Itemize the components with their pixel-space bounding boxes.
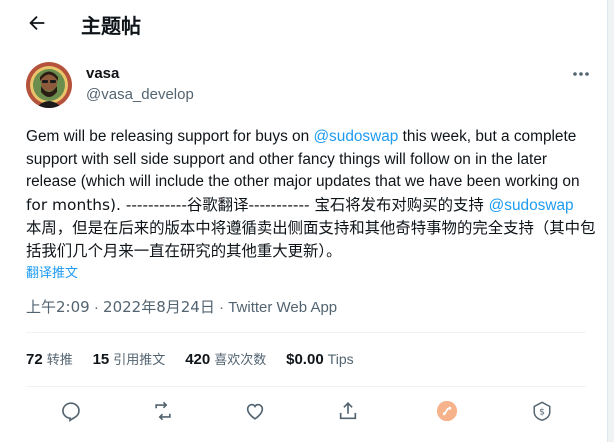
translate-tweet-link[interactable]: 翻译推文 bbox=[26, 262, 78, 281]
tweet-stats: 72 转推 15 引用推文 420 喜欢次数 $0.00 Tips bbox=[26, 349, 370, 368]
tweet-text-line: for months). -----------谷歌翻译----------- … bbox=[26, 195, 489, 214]
page-title: 主题帖 bbox=[81, 14, 141, 38]
stat-count: 72 bbox=[26, 351, 43, 368]
meta-separator: · bbox=[89, 299, 104, 316]
tweet-text-line: 括我们几个月来一直在研究的其他重大更新）。 bbox=[26, 241, 342, 260]
tweet-text-line: Gem will be releasing support for buys o… bbox=[26, 128, 314, 145]
scroll-edge bbox=[607, 0, 614, 442]
retweet-icon[interactable] bbox=[152, 400, 176, 424]
mention-link[interactable]: @sudoswap bbox=[489, 197, 574, 214]
tweet-text-line: support with sell side support and other… bbox=[26, 150, 547, 168]
tweet-time[interactable]: 上午2:09 bbox=[26, 298, 90, 316]
stat-label: 转推 bbox=[46, 353, 73, 368]
arrow-left-icon[interactable] bbox=[26, 12, 48, 34]
header: 主题帖 bbox=[0, 0, 608, 50]
tweet-text-line: this week, but a complete bbox=[398, 128, 577, 145]
stat-label: 引用推文 bbox=[113, 353, 166, 368]
tweet-actions: $ bbox=[0, 396, 608, 430]
tips-stat[interactable]: $0.00 Tips bbox=[286, 351, 353, 368]
avatar[interactable] bbox=[26, 62, 72, 108]
mention-link[interactable]: @sudoswap bbox=[313, 128, 398, 145]
quote-tweets-stat[interactable]: 15 引用推文 bbox=[93, 349, 166, 368]
stat-label: 喜欢次数 bbox=[214, 353, 267, 368]
tweet-text-line: 本周，但是在后来的版本中将遵循卖出侧面支持和其他奇特事物的完全支持（其中包 bbox=[26, 219, 596, 237]
meta-separator: · bbox=[214, 299, 229, 316]
gem-icon[interactable] bbox=[436, 400, 460, 424]
more-options-icon[interactable] bbox=[571, 66, 591, 82]
stat-label: Tips bbox=[327, 351, 354, 367]
like-icon[interactable] bbox=[244, 400, 268, 424]
tweet-meta: 上午2:09 · 2022年8月24日 · Twitter Web App bbox=[26, 296, 337, 317]
divider bbox=[26, 332, 586, 333]
tweet-date[interactable]: 2022年8月24日 bbox=[103, 298, 215, 316]
tweet-source[interactable]: Twitter Web App bbox=[228, 299, 337, 316]
retweets-stat[interactable]: 72 转推 bbox=[26, 349, 73, 368]
tweet-text-line: release (which will include the other ma… bbox=[26, 173, 580, 190]
reply-icon[interactable] bbox=[60, 400, 84, 424]
likes-stat[interactable]: 420 喜欢次数 bbox=[185, 349, 266, 368]
tweet-text: Gem will be releasing support for buys o… bbox=[26, 126, 596, 262]
author-handle[interactable]: @vasa_develop bbox=[86, 86, 194, 103]
stat-count: $0.00 bbox=[286, 351, 324, 368]
divider bbox=[26, 386, 586, 387]
stat-count: 15 bbox=[92, 351, 110, 368]
tip-icon[interactable]: $ bbox=[531, 400, 555, 424]
share-icon[interactable] bbox=[337, 400, 361, 424]
author-name[interactable]: vasa bbox=[86, 65, 119, 82]
stat-count: 420 bbox=[185, 351, 211, 368]
svg-text:$: $ bbox=[539, 407, 545, 418]
